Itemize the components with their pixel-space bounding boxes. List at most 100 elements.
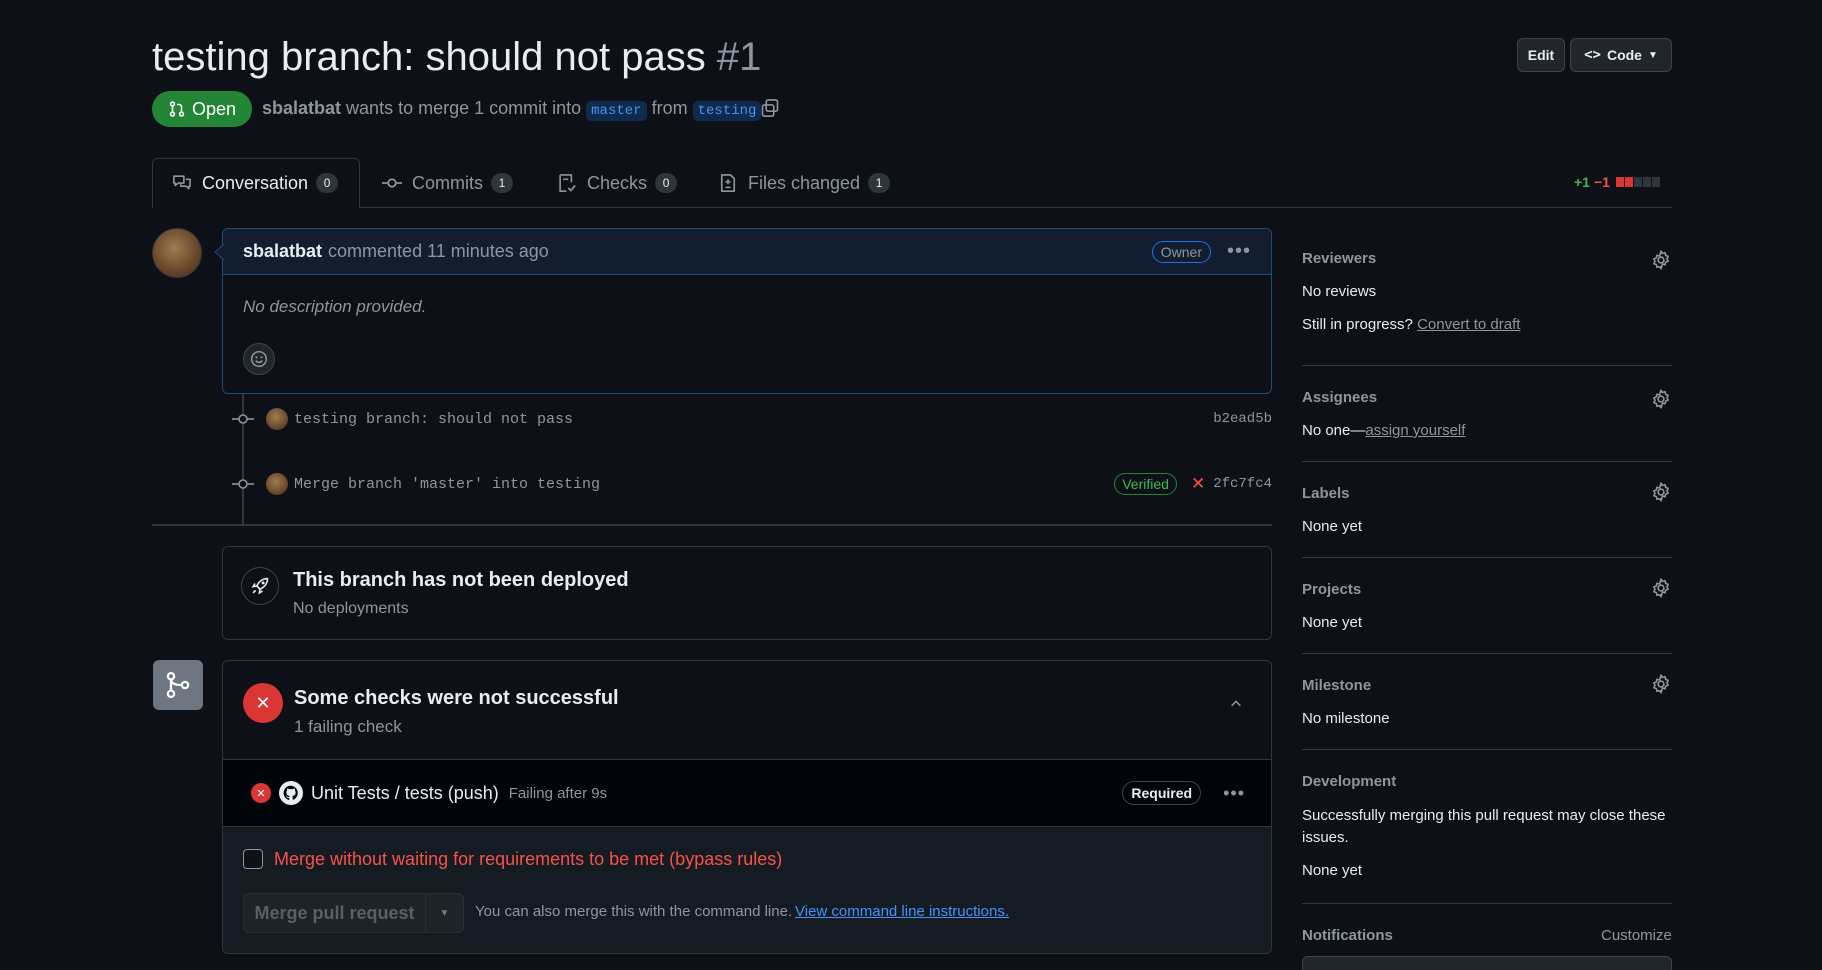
avatar[interactable] [152,228,202,278]
commit-message[interactable]: Merge branch 'master' into testing [294,476,600,493]
pr-title-text: testing branch: should not pass [152,35,706,79]
pr-author-link[interactable]: sbalatbat [262,98,341,118]
collapse-checks-button[interactable] [1223,691,1249,717]
checklist-icon [559,174,576,192]
diffstat-bar [1615,177,1660,187]
check-name[interactable]: Unit Tests / tests (push) [311,783,499,804]
merge-method-dropdown[interactable]: ▼ [426,894,463,932]
reviewers-gear-icon[interactable] [1651,250,1671,270]
cli-text: You can also merge this with the command… [475,903,793,920]
check-row: ✕ Unit Tests / tests (push) Failing afte… [223,759,1271,827]
merge-box: ✕ Some checks were not successful 1 fail… [222,660,1272,954]
assignees-heading[interactable]: Assignees [1302,389,1377,406]
comment-header: sbalatbat commented 11 minutes ago Owner… [223,229,1271,275]
tab-conversation[interactable]: Conversation 0 [172,158,339,208]
check-failed-icon: ✕ [251,783,271,803]
sidebar-divider [1302,461,1672,462]
code-button[interactable]: <> Code ▼ [1570,38,1672,72]
subscribe-button[interactable] [1302,956,1672,970]
deploy-subtitle: No deployments [293,600,409,617]
smiley-icon [250,350,268,368]
comment-body: No description provided. [243,297,427,316]
milestone-gear-icon[interactable] [1651,674,1671,694]
merge-button-group: Merge pull request ▼ [243,893,464,933]
diffstat-added: +1 [1574,174,1590,190]
milestone-value: No milestone [1302,710,1390,727]
labels-value: None yet [1302,518,1363,535]
bypass-label[interactable]: Merge without waiting for requirements t… [274,849,782,870]
tab-commits[interactable]: Commits 1 [382,158,513,208]
comment-author[interactable]: sbalatbat [243,241,322,262]
labels-gear-icon[interactable] [1651,482,1671,502]
head-branch[interactable]: testing [692,101,762,121]
merge-text: wants to merge 1 commit into [346,98,582,118]
failed-status-icon[interactable]: ✕ [1191,474,1205,494]
commit-author-avatar[interactable] [266,408,288,430]
required-badge: Required [1122,781,1202,805]
projects-gear-icon[interactable] [1651,578,1671,598]
deploy-icon-circle [241,567,279,605]
rocket-icon [251,577,269,595]
diffstat-removed: −1 [1593,174,1610,190]
check-status: Failing after 9s [508,784,608,802]
deploy-title: This branch has not been deployed [293,569,629,591]
tab-label: Files changed [748,172,861,193]
convert-to-draft-link[interactable]: Convert to draft [1417,316,1520,333]
commit-icon [232,479,254,489]
commit-author-avatar[interactable] [266,473,288,495]
sidebar-divider [1302,557,1672,558]
diffstat: +1 −1 [1574,174,1660,190]
bypass-checkbox[interactable] [243,849,263,869]
checks-title: Some checks were not successful [294,687,619,709]
comment-box: sbalatbat commented 11 minutes ago Owner… [222,228,1272,394]
tab-count: 1 [491,173,513,193]
comment-meta[interactable]: commented 11 minutes ago [328,241,549,262]
file-diff-icon [720,174,736,192]
pr-number: #1 [716,35,762,79]
comment-pointer [214,244,224,260]
projects-heading[interactable]: Projects [1302,581,1361,598]
tab-bar-border [152,207,1672,208]
assignees-gear-icon[interactable] [1651,389,1671,409]
notifications-heading: Notifications [1302,927,1393,944]
checks-subtitle: 1 failing check [294,717,402,736]
merge-pull-request-button[interactable]: Merge pull request [244,894,426,932]
bypass-row: Merge without waiting for requirements t… [223,827,1271,953]
reviewers-value: No reviews [1302,283,1377,300]
tab-label: Checks [587,172,648,193]
commit-sha[interactable]: 2fc7fc4 [1213,476,1272,492]
draft-prefix: Still in progress? [1302,316,1413,333]
labels-heading[interactable]: Labels [1302,485,1350,502]
comment-discussion-icon [173,175,191,190]
chevron-down-icon: ▼ [1647,49,1658,61]
development-value: None yet [1302,862,1363,879]
tab-files-changed[interactable]: Files changed 1 [718,158,891,208]
add-reaction-button[interactable] [243,343,275,375]
pr-summary: sbalatbat wants to merge 1 commit into m… [262,96,762,123]
more-options-icon[interactable]: ••• [1227,240,1251,263]
tab-label: Commits [412,172,483,193]
milestone-heading[interactable]: Milestone [1302,677,1371,694]
pull-request-icon [169,101,185,117]
copy-icon[interactable] [760,98,780,118]
commit-row: testing branch: should not pass b2ead5b [232,406,1272,432]
reviewers-heading[interactable]: Reviewers [1302,250,1376,267]
tab-checks[interactable]: Checks 0 [557,158,678,208]
state-badge: Open [152,91,252,127]
code-button-label: Code [1606,47,1642,63]
draft-prompt: Still in progress? Convert to draft [1302,316,1520,333]
check-more-options-icon[interactable]: ••• [1223,783,1245,804]
commit-sha[interactable]: b2ead5b [1213,411,1272,427]
merge-icon-tile [153,660,203,710]
state-label: Open [191,98,237,119]
commit-row: Merge branch 'master' into testing Verif… [232,471,1272,497]
customize-link[interactable]: Customize [1601,927,1672,944]
assign-yourself-link[interactable]: assign yourself [1365,422,1465,439]
commit-icon [232,414,254,424]
verified-badge[interactable]: Verified [1114,473,1177,495]
caret-down-icon: ▼ [439,907,450,919]
edit-button[interactable]: Edit [1517,38,1565,72]
commit-message[interactable]: testing branch: should not pass [294,411,573,428]
cli-instructions-link[interactable]: View command line instructions. [795,903,1009,920]
base-branch[interactable]: master [586,101,647,121]
